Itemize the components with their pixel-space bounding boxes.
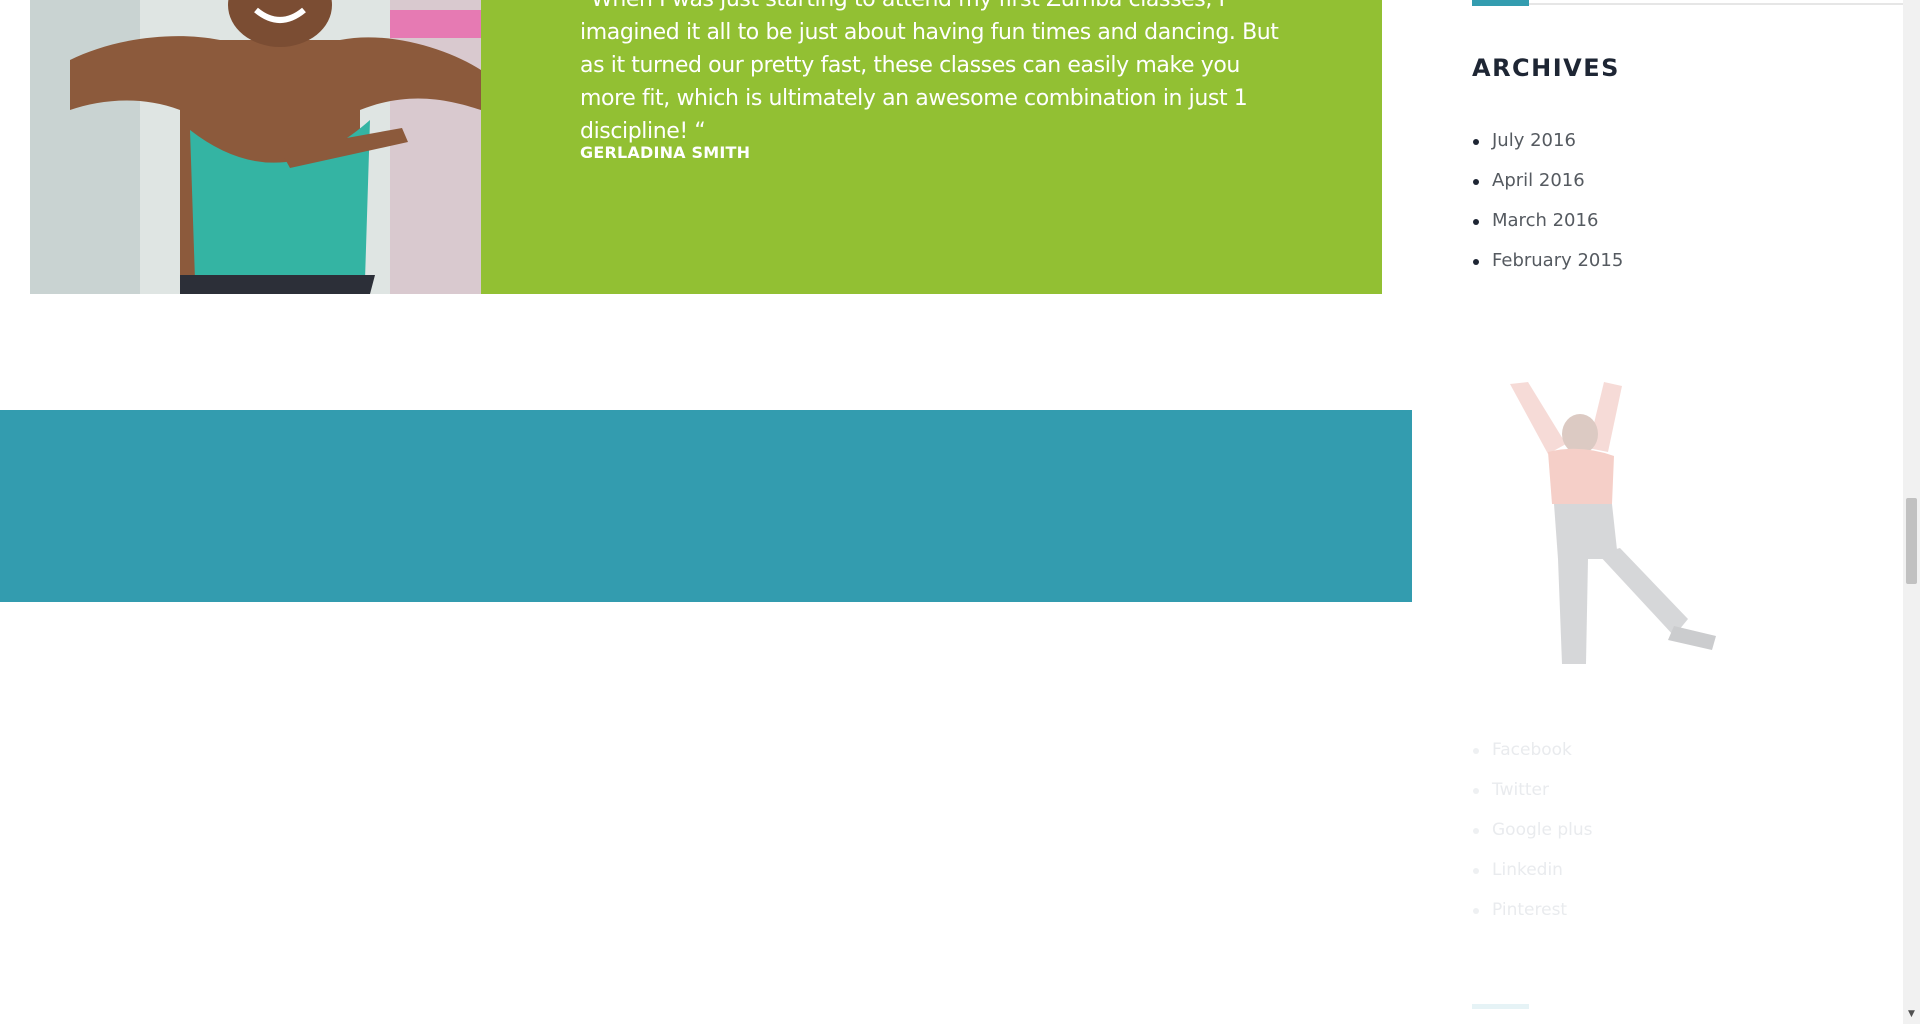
page: “When I was just starting to attend my f… [0, 0, 1920, 1024]
archive-link-july-2016[interactable]: July 2016 [1472, 124, 1623, 164]
dancer-photo-illustration [30, 0, 481, 294]
testimonial-author: GERLADINA SMITH [580, 143, 751, 162]
sidebar-divider [1472, 3, 1905, 5]
social-links-list: Facebook Twitter Google plus Linkedin Pi… [1472, 733, 1593, 933]
testimonial-photo [30, 0, 481, 294]
sidebar-divider-accent-bottom [1472, 1004, 1529, 1009]
social-link-google-plus[interactable]: Google plus [1472, 813, 1593, 853]
vertical-scrollbar[interactable]: ▼ [1903, 0, 1920, 1024]
social-link-twitter[interactable]: Twitter [1472, 773, 1593, 813]
sidebar-dancer-image [1510, 382, 1716, 664]
social-link-pinterest[interactable]: Pinterest [1472, 893, 1593, 933]
social-link-linkedin[interactable]: Linkedin [1472, 853, 1593, 893]
archives-list: July 2016 April 2016 March 2016 February… [1472, 124, 1623, 284]
archive-link-march-2016[interactable]: March 2016 [1472, 204, 1623, 244]
archive-link-april-2016[interactable]: April 2016 [1472, 164, 1623, 204]
archives-heading: ARCHIVES [1472, 54, 1620, 82]
scrollbar-thumb[interactable] [1906, 498, 1917, 584]
teal-banner [0, 410, 1412, 602]
sidebar-divider-accent [1472, 0, 1529, 6]
testimonial-quote: “When I was just starting to attend my f… [580, 0, 1279, 144]
scroll-down-icon[interactable]: ▼ [1905, 1008, 1918, 1020]
social-link-facebook[interactable]: Facebook [1472, 733, 1593, 773]
archive-link-february-2015[interactable]: February 2015 [1472, 244, 1623, 284]
